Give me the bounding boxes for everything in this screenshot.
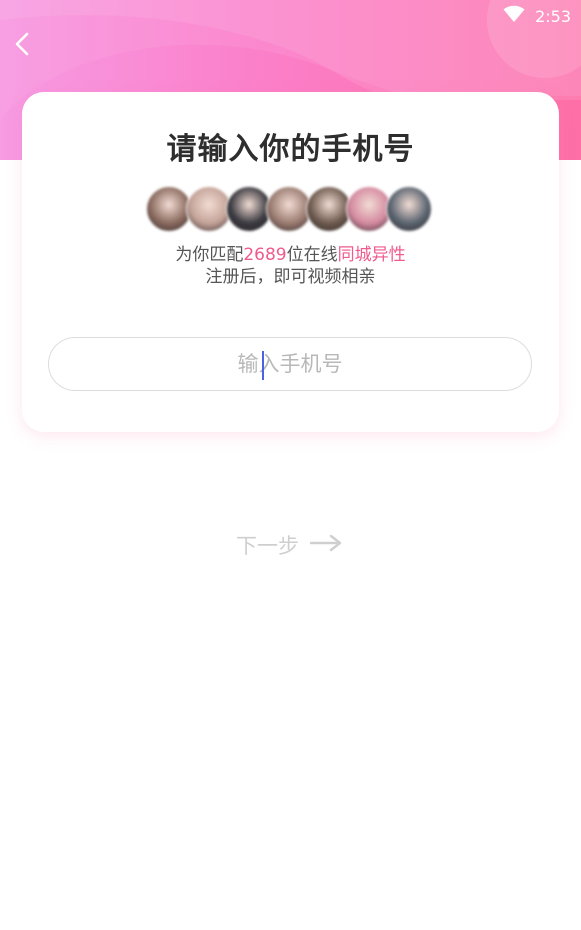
status-time: 2:53 bbox=[535, 6, 571, 26]
chevron-left-icon bbox=[12, 31, 32, 61]
phone-input-container[interactable] bbox=[48, 337, 532, 391]
avatar bbox=[386, 186, 432, 232]
text-cursor bbox=[262, 351, 264, 380]
register-hint: 注册后，即可视频相亲 bbox=[205, 267, 376, 287]
wifi-icon bbox=[503, 5, 525, 27]
phone-input[interactable] bbox=[49, 337, 531, 391]
page-title: 请输入你的手机号 bbox=[166, 132, 415, 167]
next-step-button[interactable]: 下一步 bbox=[236, 528, 343, 562]
arrow-right-icon bbox=[309, 533, 343, 558]
phone-login-screen: 2:53 请输入你的手机号 为你匹配2689位在线同城异性 注册后，即可视频相亲… bbox=[0, 0, 581, 930]
next-step-label: 下一步 bbox=[236, 534, 299, 558]
back-button[interactable] bbox=[6, 30, 38, 62]
status-bar: 2:53 bbox=[503, 4, 571, 28]
avatar-group bbox=[146, 186, 432, 234]
login-card: 请输入你的手机号 为你匹配2689位在线同城异性 注册后，即可视频相亲 bbox=[22, 92, 559, 432]
